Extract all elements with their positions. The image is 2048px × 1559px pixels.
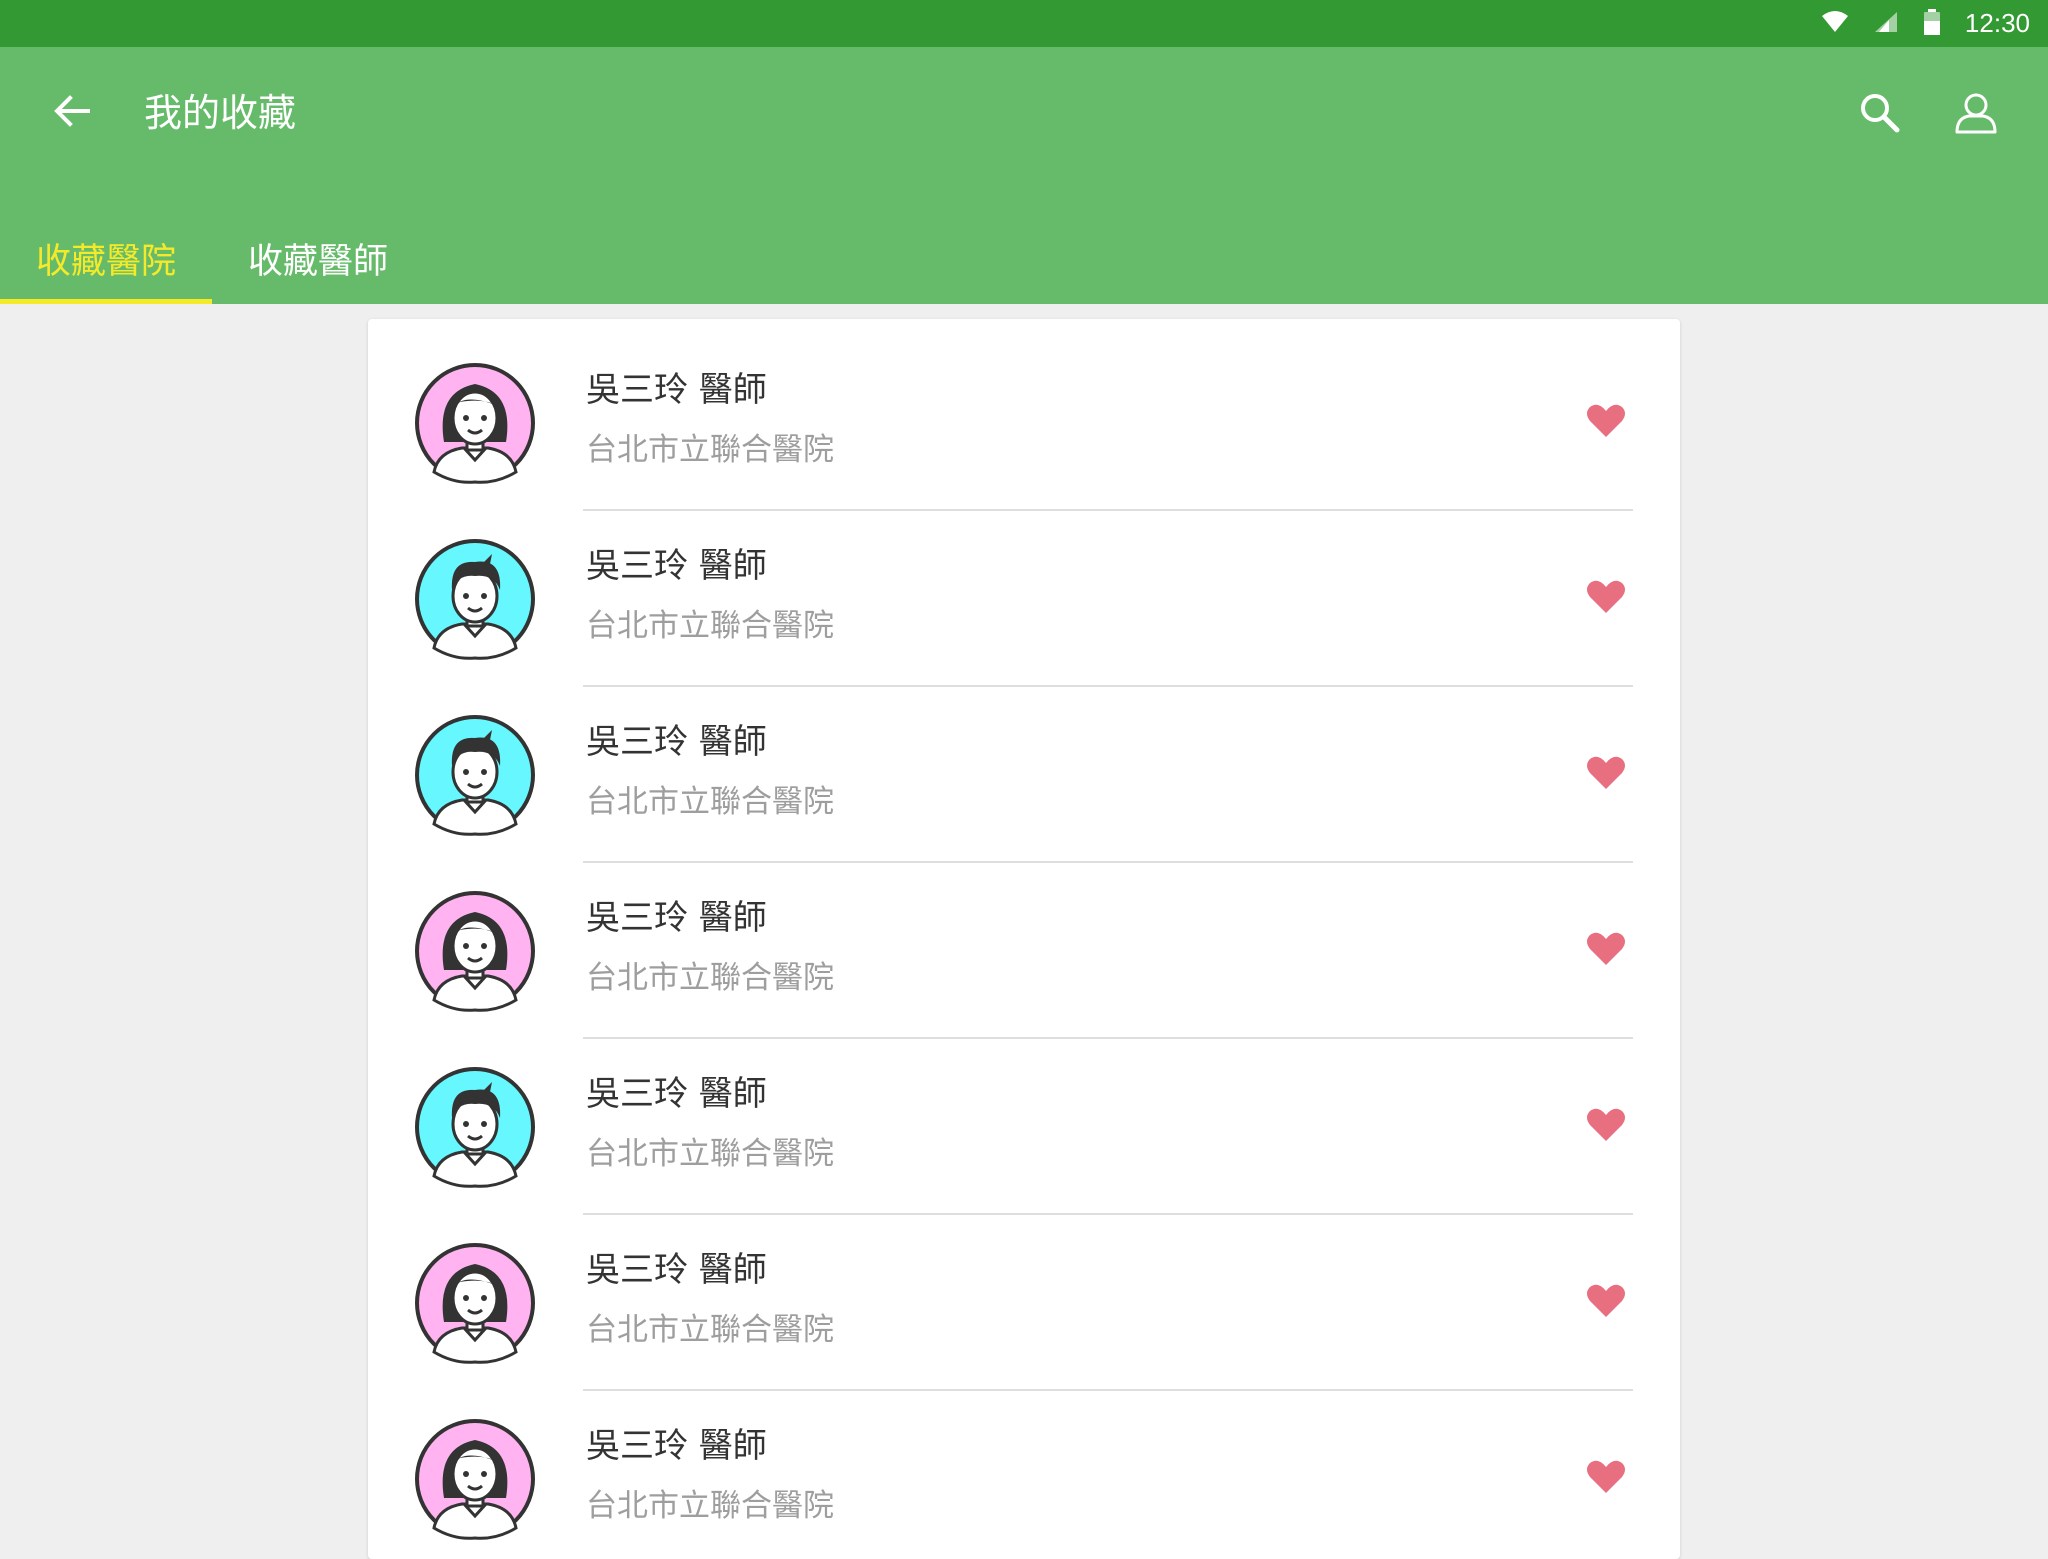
doctor-name: 吳三玲 醫師 <box>586 1426 767 1466</box>
list-item[interactable]: 吳三玲 醫師台北市立聯合醫院 <box>368 319 1680 511</box>
tab-hospitals-label: 收藏醫院 <box>35 242 176 282</box>
heart-icon[interactable] <box>1586 755 1626 791</box>
doctor-name: 吳三玲 醫師 <box>586 1250 767 1290</box>
hospital-name: 台北市立聯合醫院 <box>586 432 834 468</box>
heart-icon[interactable] <box>1586 1283 1626 1319</box>
male-doctor-avatar-icon <box>414 538 536 660</box>
status-icons: 12:30 <box>1821 0 2030 47</box>
tab-indicator <box>0 299 212 304</box>
heart-icon[interactable] <box>1586 1107 1626 1143</box>
female-doctor-avatar-icon <box>414 890 536 1012</box>
status-bar: 12:30 <box>0 0 2048 47</box>
list-item[interactable]: 吳三玲 醫師台北市立聯合醫院 <box>368 671 1680 863</box>
tab-bar: 收藏醫院 收藏醫師 <box>0 213 424 304</box>
female-doctor-avatar-icon <box>414 362 536 484</box>
doctor-name: 吳三玲 醫師 <box>586 370 767 410</box>
doctor-name: 吳三玲 醫師 <box>586 1074 767 1114</box>
list-item[interactable]: 吳三玲 醫師台北市立聯合醫院 <box>368 495 1680 687</box>
tab-hospitals[interactable]: 收藏醫院 <box>0 213 212 304</box>
heart-icon[interactable] <box>1586 403 1626 439</box>
list-item[interactable]: 吳三玲 醫師台北市立聯合醫院 <box>368 847 1680 1039</box>
hospital-name: 台北市立聯合醫院 <box>586 1488 834 1524</box>
signal-icon <box>1873 10 1899 38</box>
male-doctor-avatar-icon <box>414 1066 536 1188</box>
hospital-name: 台北市立聯合醫院 <box>586 608 834 644</box>
page-title: 我的收藏 <box>144 91 297 135</box>
doctor-name: 吳三玲 醫師 <box>586 546 767 586</box>
person-icon <box>1955 93 1997 134</box>
heart-icon[interactable] <box>1586 931 1626 967</box>
tab-doctors[interactable]: 收藏醫師 <box>212 213 424 304</box>
hospital-name: 台北市立聯合醫院 <box>586 960 834 996</box>
back-button[interactable] <box>48 87 96 135</box>
list-item[interactable]: 吳三玲 醫師台北市立聯合醫院 <box>368 1199 1680 1391</box>
status-time: 12:30 <box>1964 8 2030 38</box>
search-button[interactable] <box>1857 90 1903 136</box>
favorites-list: 吳三玲 醫師 台北市立聯合醫院 吳三玲 醫師 台北市立聯合醫院 吳三玲 醫師 台北市立聯合… <box>368 319 1680 1559</box>
list-item[interactable]: 吳三玲 醫師台北市立聯合醫院 <box>368 1375 1680 1551</box>
female-doctor-avatar-icon <box>414 1242 536 1364</box>
wifi-icon <box>1821 10 1849 38</box>
hospital-name: 台北市立聯合醫院 <box>586 784 834 820</box>
account-button[interactable] <box>1953 90 1999 136</box>
app-bar: 我的收藏 收藏醫院 收藏醫師 <box>0 47 2048 304</box>
hospital-name: 台北市立聯合醫院 <box>586 1312 834 1348</box>
heart-icon[interactable] <box>1586 579 1626 615</box>
list-item[interactable]: 吳三玲 醫師台北市立聯合醫院 <box>368 1023 1680 1215</box>
search-icon <box>1861 94 1900 133</box>
doctor-name: 吳三玲 醫師 <box>586 722 767 762</box>
hospital-name: 台北市立聯合醫院 <box>586 1136 834 1172</box>
heart-icon[interactable] <box>1586 1459 1626 1495</box>
doctor-name: 吳三玲 醫師 <box>586 898 767 938</box>
male-doctor-avatar-icon <box>414 714 536 836</box>
battery-icon <box>1923 8 1941 39</box>
tab-doctors-label: 收藏醫師 <box>247 242 388 282</box>
arrow-left-icon <box>54 95 90 127</box>
female-doctor-avatar-icon <box>414 1418 536 1540</box>
